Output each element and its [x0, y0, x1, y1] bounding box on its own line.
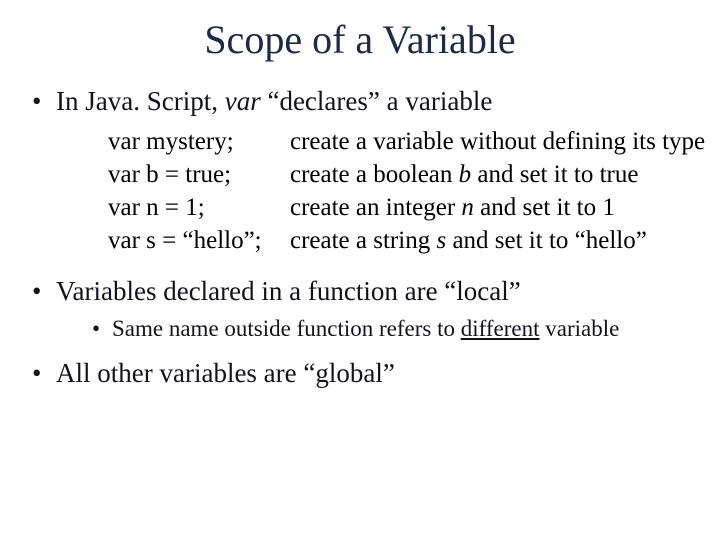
example-desc-3-pre: create a string [290, 227, 436, 254]
example-desc-1: create a boolean b and set it to true [290, 158, 700, 191]
bullet-3-text: All other variables are “global” [56, 358, 395, 388]
example-desc-2: create an integer n and set it to 1 [290, 191, 700, 224]
example-row-1: var b = true; create a boolean b and set… [108, 158, 700, 191]
bullet-2-sub: Same name outside function refers to dif… [90, 315, 700, 344]
bullet-2-sub-underline: different [461, 316, 540, 341]
bullet-2: Variables declared in a function are “lo… [30, 275, 700, 344]
bullet-list: In Java. Script, var “declares” a variab… [20, 85, 700, 391]
example-row-3: var s = “hello”; create a string s and s… [108, 224, 700, 257]
example-desc-2-i: n [461, 194, 474, 221]
bullet-2-text: Variables declared in a function are “lo… [56, 276, 521, 306]
bullet-2-sub-post: variable [540, 316, 620, 341]
example-code-2: var n = 1; [108, 191, 290, 224]
slide-title: Scope of a Variable [20, 16, 700, 63]
example-desc-3-i: s [436, 227, 446, 254]
example-desc-3: create a string s and set it to “hello” [290, 224, 700, 257]
bullet-3: All other variables are “global” [30, 357, 700, 391]
examples-block: var mystery; create a variable without d… [108, 125, 700, 257]
example-desc-2-pre: create an integer [290, 194, 461, 221]
example-row-0: var mystery; create a variable without d… [108, 125, 700, 158]
bullet-1: In Java. Script, var “declares” a variab… [30, 85, 700, 257]
example-desc-0: create a variable without defining its t… [290, 125, 705, 158]
example-row-2: var n = 1; create an integer n and set i… [108, 191, 700, 224]
example-desc-3-post: and set it to “hello” [446, 227, 647, 254]
example-desc-1-post: and set it to true [471, 161, 638, 188]
bullet-1-var: var [225, 86, 261, 116]
bullet-1-text-pre: In Java. Script, [56, 86, 225, 116]
slide: Scope of a Variable In Java. Script, var… [0, 0, 720, 540]
bullet-1-text-post: “declares” a variable [261, 86, 493, 116]
example-desc-2-post: and set it to 1 [474, 194, 615, 221]
bullet-2-sublist: Same name outside function refers to dif… [56, 315, 700, 344]
example-code-1: var b = true; [108, 158, 290, 191]
example-desc-1-pre: create a boolean [290, 161, 459, 188]
bullet-2-sub-pre: Same name outside function refers to [112, 316, 461, 341]
example-code-0: var mystery; [108, 125, 290, 158]
example-desc-1-i: b [459, 161, 472, 188]
example-code-3: var s = “hello”; [108, 224, 290, 257]
